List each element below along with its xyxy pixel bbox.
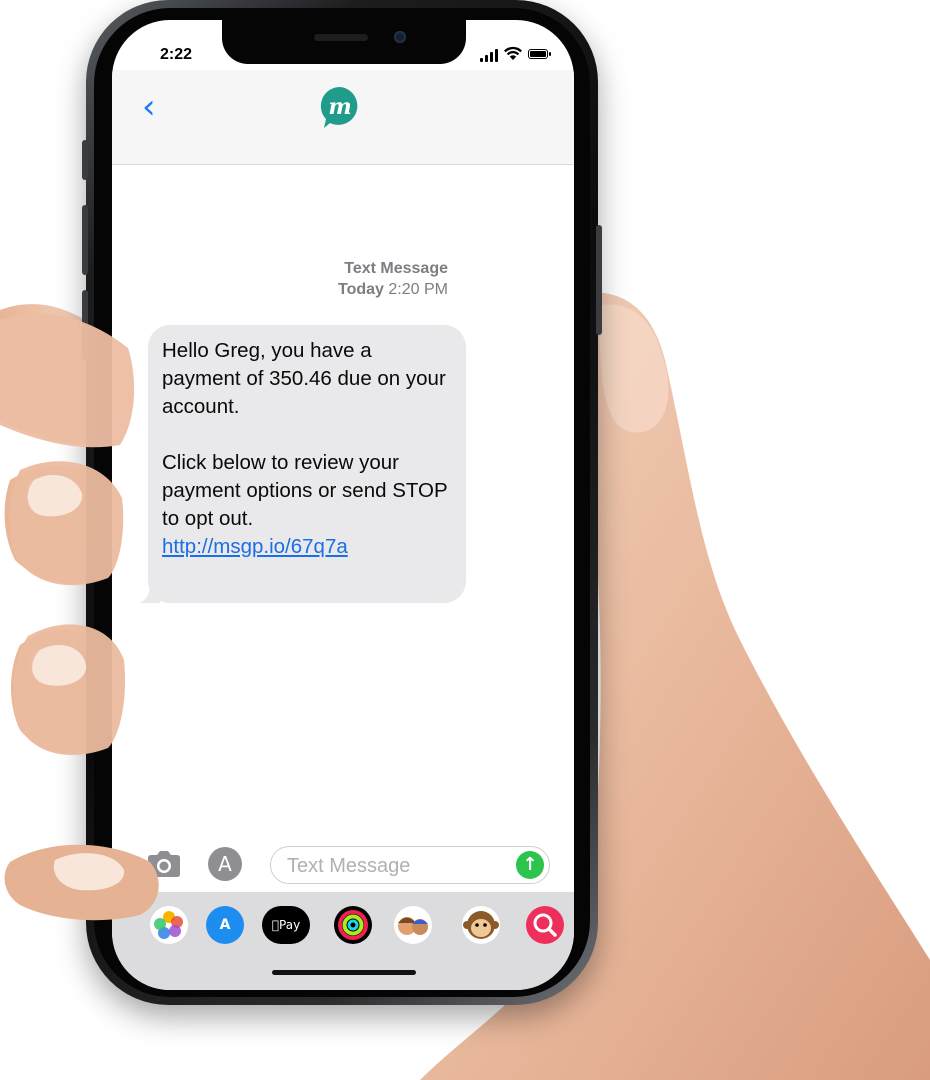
apple-pay-icon[interactable]: Pay [262,906,310,944]
wifi-icon [504,46,522,60]
message-input-bar: A ↑ [112,842,574,892]
camera-icon[interactable] [146,850,182,878]
app-drawer: A Pay [112,892,574,990]
web-search-icon[interactable] [526,906,564,944]
send-arrow-icon[interactable]: ↑ [516,851,544,879]
timestamp-day: Today [338,281,384,298]
volume-up-button [82,205,88,275]
timestamp-time: 2:20 PM [388,281,448,298]
activity-icon[interactable] [334,906,372,944]
volume-down-button [82,290,88,360]
incoming-message-bubble[interactable]: Hello Greg, you have a payment of 350.46… [138,325,466,603]
app-store-icon[interactable]: A [206,906,244,944]
earpiece-speaker [314,34,368,41]
status-time: 2:22 [160,46,193,63]
bubble-tail [138,583,160,603]
back-chevron-icon[interactable]: ‹ [142,90,156,124]
memoji-icon[interactable] [394,906,432,944]
avatar-letter: m [328,94,351,120]
notch [222,20,466,64]
payment-link[interactable]: http://msgp.io/67q7a [162,533,452,561]
contact-avatar[interactable]: m [318,85,362,129]
message-text-field[interactable]: ↑ [270,846,550,884]
home-indicator [272,970,416,975]
power-button [596,225,602,335]
battery-icon [528,49,551,59]
conversation-header: ‹ m [112,70,574,165]
silent-switch [82,140,88,180]
photos-icon[interactable] [150,906,188,944]
phone-screen: 2:22 ‹ m Text Message Today 2:20 PM Hell… [112,20,574,990]
timestamp-title: Text Message [344,260,448,277]
front-camera [394,31,406,43]
app-store-icon[interactable]: A [208,847,242,881]
message-timestamp: Text Message Today 2:20 PM [112,258,448,300]
message-paragraph-1: Hello Greg, you have a payment of 350.46… [162,339,446,418]
message-input[interactable] [285,853,509,879]
cellular-signal-icon [480,48,500,62]
animoji-icon[interactable] [462,906,500,944]
message-paragraph-2: Click below to review your payment optio… [162,451,448,530]
